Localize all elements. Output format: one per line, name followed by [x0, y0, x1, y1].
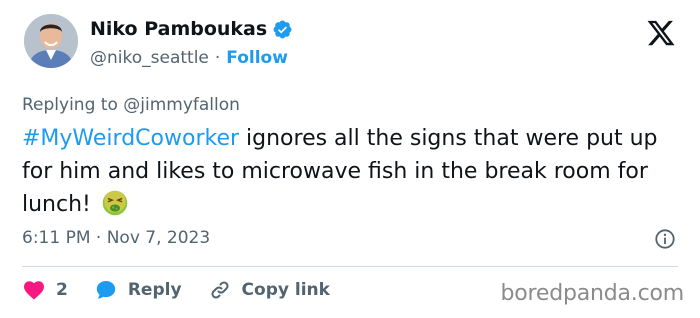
separator: · [214, 48, 221, 68]
reply-label: Reply [127, 280, 182, 300]
avatar[interactable] [24, 14, 78, 68]
heart-icon [24, 281, 44, 300]
copy-link-label: Copy link [241, 280, 330, 300]
copy-link-button[interactable]: Copy link [208, 278, 330, 302]
reply-button[interactable]: Reply [94, 278, 182, 302]
reply-bubble-icon [96, 281, 116, 299]
divider [22, 266, 678, 267]
replying-mention[interactable]: @jimmyfallon [123, 95, 240, 115]
tweet-timestamp[interactable]: 6:11 PM · Nov 7, 2023 [22, 228, 210, 248]
like-button[interactable]: 2 [22, 278, 68, 302]
nauseated-face-icon [102, 190, 128, 216]
hashtag-link[interactable]: #MyWeirdCoworker [22, 126, 239, 151]
author-name[interactable]: Niko Pamboukas [90, 18, 267, 40]
author-handle[interactable]: @niko_seattle [90, 48, 209, 68]
link-icon [211, 281, 229, 299]
tweet-text: #MyWeirdCoworker ignores all the signs t… [22, 122, 682, 221]
replying-to: Replying to @jimmyfallon [22, 95, 240, 115]
watermark: boredpanda.com [500, 281, 684, 306]
verified-badge-icon [273, 20, 292, 38]
follow-button[interactable]: Follow [226, 48, 288, 68]
action-bar: 2 Reply Copy link [22, 278, 356, 302]
like-count: 2 [56, 280, 68, 300]
info-icon[interactable] [654, 228, 676, 250]
replying-prefix: Replying to [22, 95, 118, 115]
x-logo-icon[interactable] [646, 18, 676, 48]
